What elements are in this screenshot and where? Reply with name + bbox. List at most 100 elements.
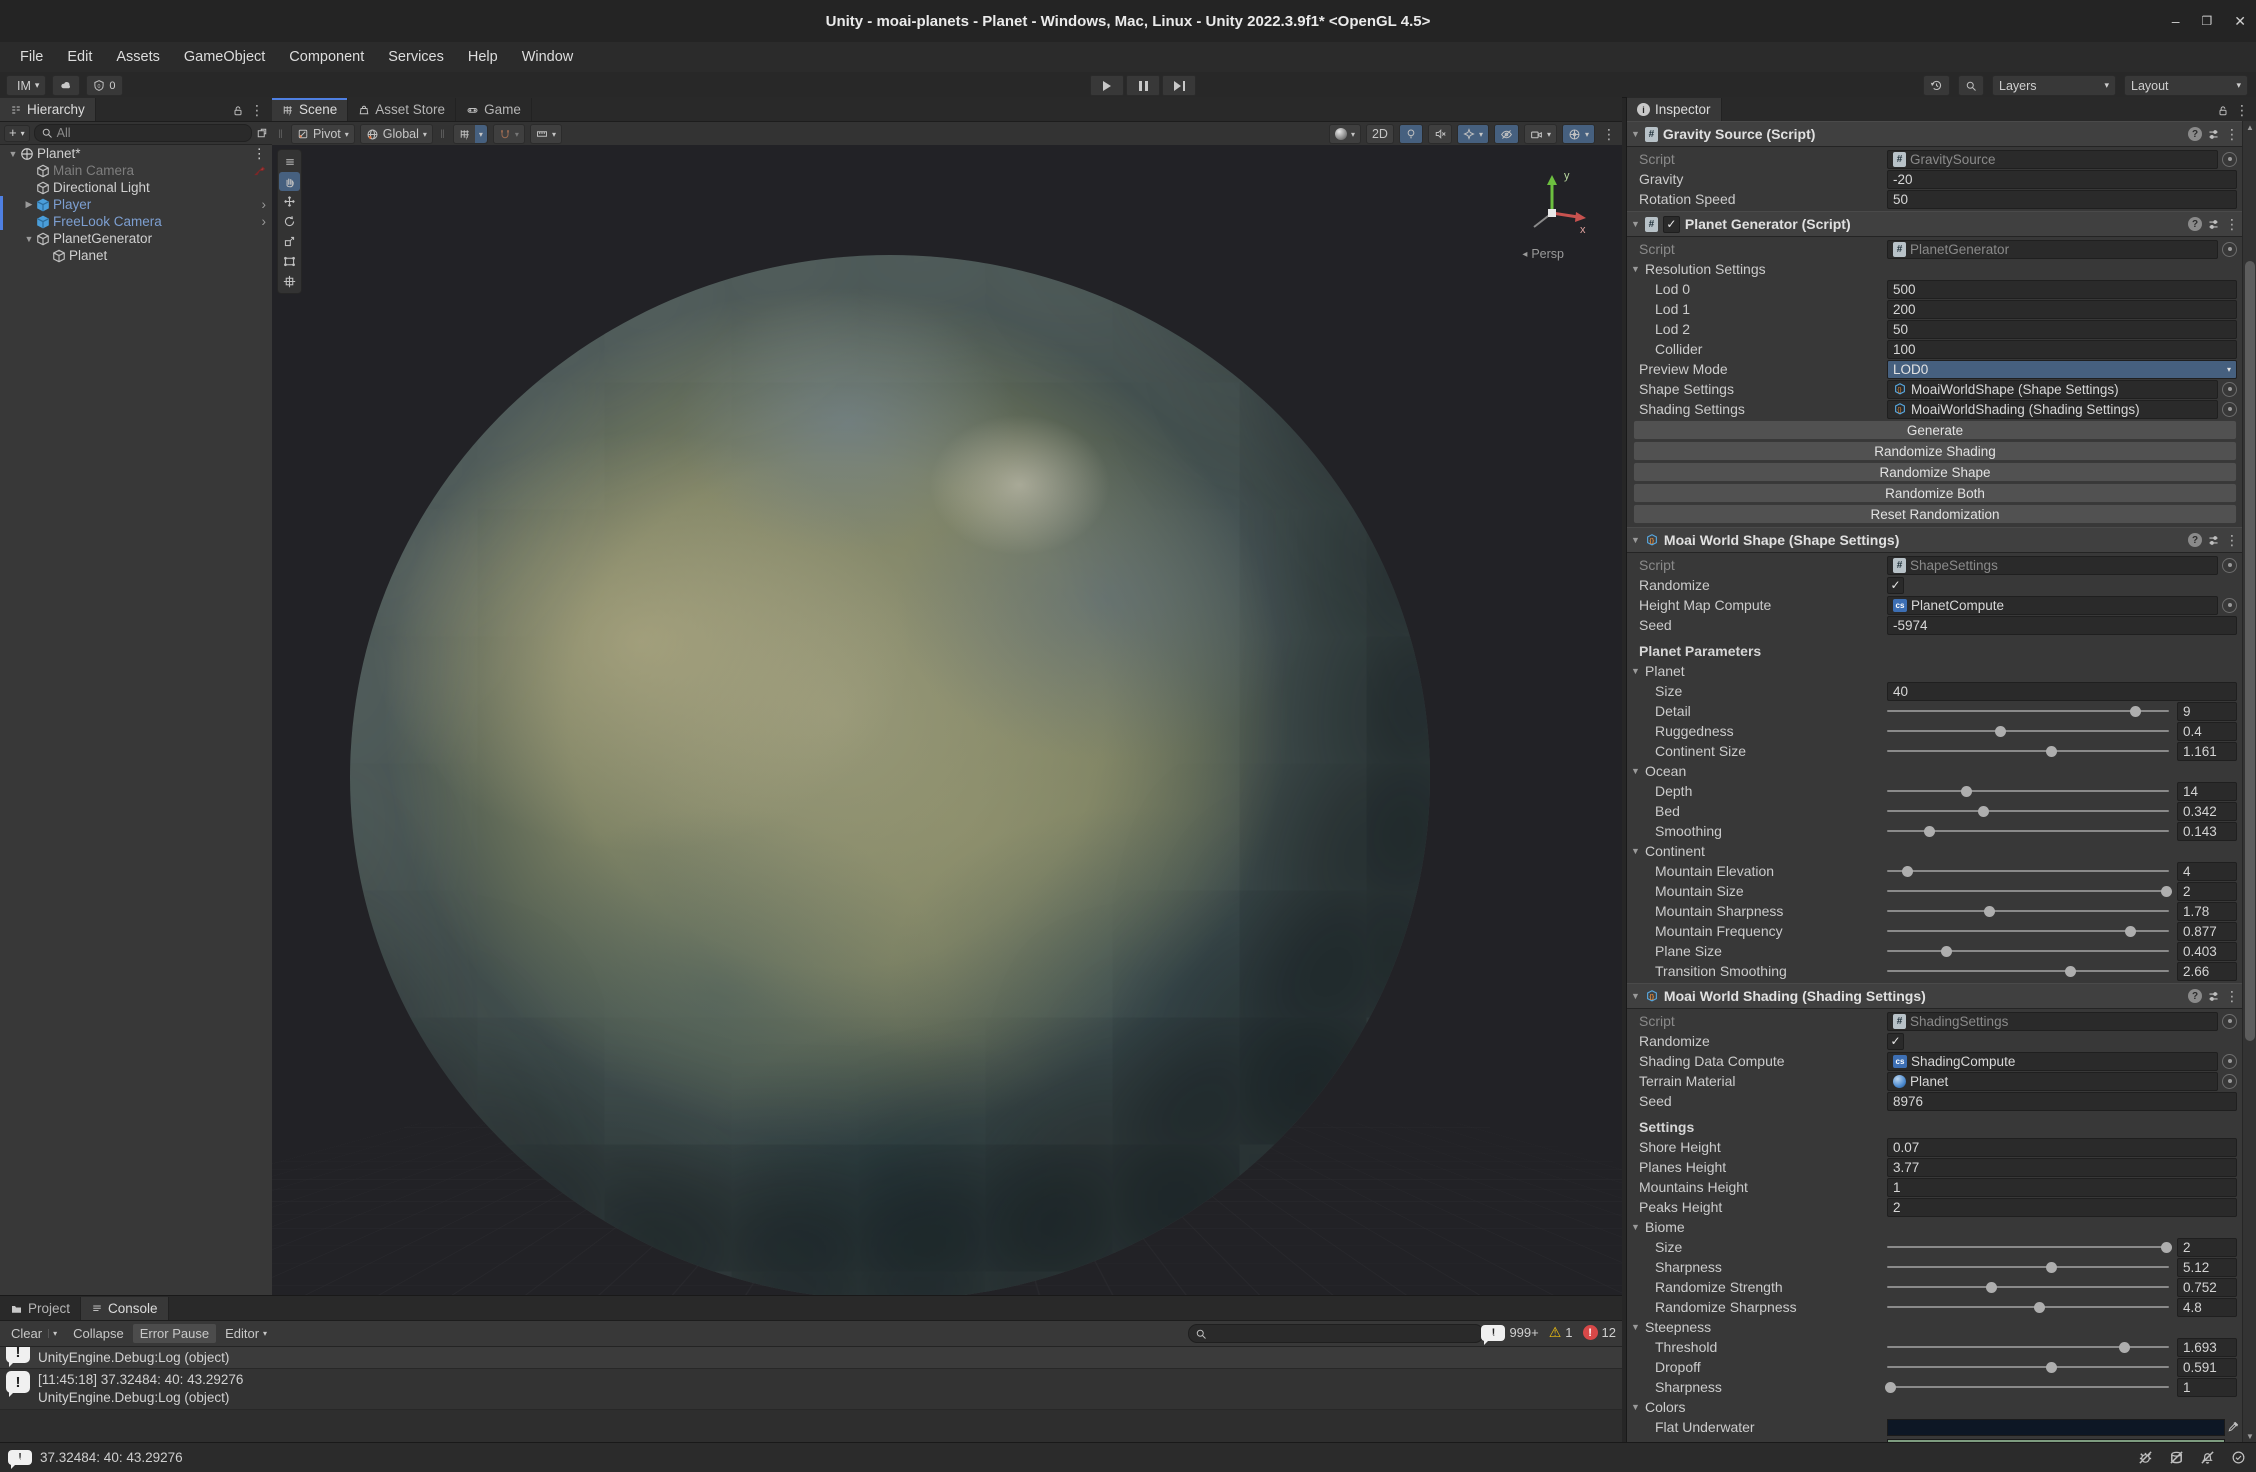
toolbar-drag-handle[interactable]: ‖ bbox=[440, 127, 446, 141]
component-header-0[interactable]: ▼#Gravity Source (Script)?⋮ bbox=[1627, 121, 2243, 147]
slider[interactable] bbox=[1887, 903, 2169, 920]
slider[interactable] bbox=[1887, 743, 2169, 760]
slider-value-field[interactable]: 1.161 bbox=[2177, 742, 2237, 761]
rotate-tool-button[interactable] bbox=[279, 212, 300, 231]
component-kebab-icon[interactable]: ⋮ bbox=[2225, 988, 2239, 1005]
tab-game[interactable]: Game bbox=[456, 98, 532, 121]
value-field[interactable]: 500 bbox=[1887, 280, 2237, 299]
component-enabled-checkbox[interactable]: ✓ bbox=[1663, 216, 1680, 233]
slider-value-field[interactable]: 0.752 bbox=[2177, 1278, 2237, 1297]
status-message[interactable]: 37.32484: 40: 43.29276 bbox=[40, 1450, 183, 1465]
hierarchy-item-planet[interactable]: Planet bbox=[0, 247, 272, 264]
menu-item-window[interactable]: Window bbox=[510, 42, 586, 72]
scene-viewport[interactable]: y x ◂ Persp bbox=[272, 145, 1622, 1295]
console-log-entry[interactable]: ! UnityEngine.Debug:Log (object) bbox=[0, 1347, 1622, 1369]
foldout-arrow-icon[interactable]: ▼ bbox=[1631, 129, 1640, 139]
global-toggle-button[interactable]: Global▾ bbox=[360, 124, 433, 144]
play-button[interactable] bbox=[1090, 75, 1124, 96]
services-button[interactable]: 0 0 bbox=[86, 75, 122, 96]
hierarchy-kebab-icon[interactable]: ⋮ bbox=[250, 102, 264, 119]
inspector-scrollbar[interactable]: ▲ ▼ bbox=[2242, 121, 2256, 1443]
minimize-button[interactable]: – bbox=[2172, 13, 2180, 29]
dropdown-field[interactable]: LOD0▾ bbox=[1887, 360, 2237, 379]
tab-hierarchy[interactable]: Hierarchy bbox=[0, 98, 96, 121]
slider-value-field[interactable]: 1 bbox=[2177, 1378, 2237, 1397]
toolbar-drag-handle[interactable]: ‖ bbox=[278, 127, 284, 141]
lock-icon[interactable] bbox=[2217, 105, 2229, 117]
slider-value-field[interactable]: 0.4 bbox=[2177, 722, 2237, 741]
slider[interactable] bbox=[1887, 943, 2169, 960]
action-button-generate[interactable]: Generate bbox=[1633, 420, 2237, 440]
global-search-button[interactable] bbox=[1958, 75, 1984, 96]
tab-inspector[interactable]: i Inspector bbox=[1627, 98, 1722, 121]
slider-value-field[interactable]: 1.78 bbox=[2177, 902, 2237, 921]
slider-value-field[interactable]: 0.877 bbox=[2177, 922, 2237, 941]
2d-toggle-button[interactable]: 2D bbox=[1366, 124, 1394, 144]
menu-item-edit[interactable]: Edit bbox=[55, 42, 104, 72]
scale-tool-button[interactable] bbox=[279, 232, 300, 251]
object-picker-icon[interactable] bbox=[2222, 1074, 2237, 1089]
tab-scene[interactable]: YScene bbox=[272, 98, 348, 121]
action-button-randomize-shading[interactable]: Randomize Shading bbox=[1633, 441, 2237, 461]
hierarchy-item-main-camera[interactable]: Main Camera bbox=[0, 162, 272, 179]
lock-icon[interactable] bbox=[232, 105, 244, 117]
slider[interactable] bbox=[1887, 1279, 2169, 1296]
foldout-arrow-icon[interactable]: ▼ bbox=[1631, 535, 1640, 545]
object-picker-icon[interactable] bbox=[2222, 1014, 2237, 1029]
value-field[interactable]: 3.77 bbox=[1887, 1158, 2237, 1177]
info-count[interactable]: ! 999+ bbox=[1481, 1325, 1538, 1341]
slider-value-field[interactable]: 2 bbox=[2177, 1238, 2237, 1257]
foldout-colors[interactable]: ▼Colors bbox=[1627, 1397, 2243, 1417]
cache-server-icon[interactable] bbox=[2169, 1450, 2184, 1465]
object-field[interactable]: csShadingCompute bbox=[1887, 1052, 2218, 1071]
slider-value-field[interactable]: 4.8 bbox=[2177, 1298, 2237, 1317]
slider-value-field[interactable]: 5.12 bbox=[2177, 1258, 2237, 1277]
object-field[interactable]: {}MoaiWorldShading (Shading Settings) bbox=[1887, 400, 2218, 419]
object-picker-icon[interactable] bbox=[2222, 152, 2237, 167]
tab-project[interactable]: Project bbox=[0, 1297, 81, 1320]
undo-history-button[interactable] bbox=[1923, 75, 1950, 96]
tools-overlay-handle-button[interactable] bbox=[279, 152, 300, 171]
tab-asset-store[interactable]: Asset Store bbox=[348, 98, 456, 121]
rect-tool-button[interactable] bbox=[279, 252, 300, 271]
foldout-biome[interactable]: ▼Biome bbox=[1627, 1217, 2243, 1237]
gizmos-button[interactable]: ▾ bbox=[1562, 124, 1595, 144]
foldout-arrow-icon[interactable]: ▼ bbox=[1631, 991, 1640, 1001]
pause-button[interactable] bbox=[1126, 75, 1160, 96]
hierarchy-item-planet-[interactable]: ▼Planet*⋮ bbox=[0, 145, 272, 162]
slider[interactable] bbox=[1887, 723, 2169, 740]
slider[interactable] bbox=[1887, 1379, 2169, 1396]
action-button-reset-randomization[interactable]: Reset Randomization bbox=[1633, 504, 2237, 524]
pivot-toggle-button[interactable]: Pivot▾ bbox=[291, 124, 355, 144]
slider-value-field[interactable]: 0.143 bbox=[2177, 822, 2237, 841]
camera-settings-button[interactable]: ▾ bbox=[1524, 124, 1557, 144]
prefab-expand-icon[interactable]: › bbox=[262, 214, 267, 229]
account-button[interactable]: IM▾ bbox=[6, 75, 46, 96]
menu-item-assets[interactable]: Assets bbox=[104, 42, 172, 72]
object-picker-icon[interactable] bbox=[2222, 402, 2237, 417]
slider-value-field[interactable]: 14 bbox=[2177, 782, 2237, 801]
console-collapse-button[interactable]: Collapse bbox=[66, 1324, 131, 1343]
layout-dropdown[interactable]: Layout▾ bbox=[2124, 75, 2248, 96]
foldout-arrow-icon[interactable]: ▼ bbox=[1631, 219, 1640, 229]
tab-console[interactable]: Console bbox=[81, 1297, 169, 1320]
value-field[interactable]: -5974 bbox=[1887, 616, 2237, 635]
foldout-arrow-icon[interactable]: ▶ bbox=[22, 199, 36, 210]
hierarchy-item-player[interactable]: ▶Player› bbox=[0, 196, 272, 213]
snap-increment-button[interactable]: ▾ bbox=[530, 124, 562, 144]
snap-button[interactable]: ▾ bbox=[493, 124, 525, 144]
value-field[interactable]: 8976 bbox=[1887, 1092, 2237, 1111]
layers-dropdown[interactable]: Layers▾ bbox=[1992, 75, 2116, 96]
value-field[interactable]: 50 bbox=[1887, 190, 2237, 209]
component-kebab-icon[interactable]: ⋮ bbox=[2225, 216, 2239, 233]
error-count[interactable]: ! 12 bbox=[1583, 1325, 1616, 1340]
slider[interactable] bbox=[1887, 703, 2169, 720]
menu-item-help[interactable]: Help bbox=[456, 42, 510, 72]
cloud-button[interactable] bbox=[52, 75, 80, 96]
object-field[interactable]: csPlanetCompute bbox=[1887, 596, 2218, 615]
scroll-down-icon[interactable]: ▼ bbox=[2243, 1432, 2256, 1441]
scene-effects-button[interactable]: ▾ bbox=[1457, 124, 1489, 144]
menu-item-services[interactable]: Services bbox=[376, 42, 456, 72]
scroll-up-icon[interactable]: ▲ bbox=[2243, 123, 2256, 132]
orientation-gizmo[interactable]: y x bbox=[1510, 167, 1594, 251]
